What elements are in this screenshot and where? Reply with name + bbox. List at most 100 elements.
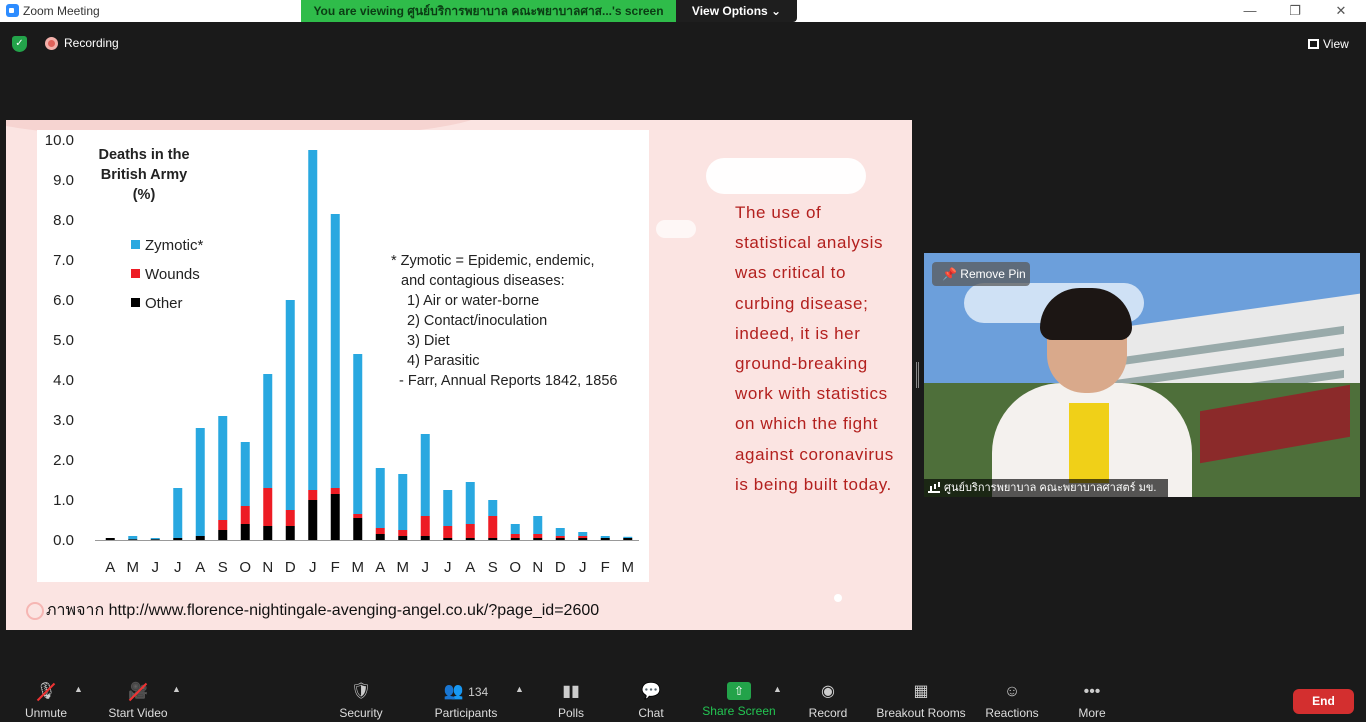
slide-circle-decoration (26, 602, 44, 620)
signal-bars-icon (928, 483, 940, 493)
x-tick-label: M (622, 559, 635, 576)
legend-swatch (131, 269, 140, 278)
x-tick-label: F (601, 559, 610, 576)
x-tick-label: D (555, 559, 566, 576)
recording-icon (45, 37, 58, 50)
bar-segment-wounds (240, 506, 250, 524)
chart-title: Deaths in the (98, 147, 189, 163)
bar-segment-zymotic (443, 490, 453, 526)
x-tick-label: F (331, 559, 340, 576)
bar-segment-zymotic (398, 474, 408, 530)
start-video-button[interactable]: 🎥 Start Video (104, 682, 172, 722)
end-meeting-button[interactable]: End (1293, 689, 1354, 714)
maximize-icon[interactable]: ❐ (1286, 2, 1304, 20)
chart-title: (%) (133, 187, 156, 203)
y-tick-label: 2.0 (53, 452, 74, 469)
image-source-caption: ภาพจาก http://www.florence-nightingale-a… (46, 602, 600, 619)
y-tick-label: 4.0 (53, 372, 74, 389)
bar-segment-other (128, 539, 138, 540)
y-tick-label: 1.0 (53, 492, 74, 509)
window-title: Zoom Meeting (23, 4, 100, 18)
bar-segment-zymotic (330, 214, 340, 488)
bar-segment-other (398, 536, 408, 540)
bar-segment-zymotic (150, 538, 160, 540)
video-options-chevron-icon[interactable]: ▲ (172, 684, 181, 694)
participant-name: ศูนย์บริการพยาบาล คณะพยาบาลศาสตร์ มข. (944, 482, 1157, 494)
view-options-button[interactable]: View Options ⌄ (676, 0, 797, 22)
bar-segment-other (375, 534, 385, 540)
minimize-icon[interactable]: — (1241, 2, 1259, 20)
x-tick-label: A (465, 559, 475, 576)
view-label: View (1323, 37, 1349, 51)
bar-segment-other (353, 518, 363, 540)
audio-options-chevron-icon[interactable]: ▲ (74, 684, 83, 694)
slide-body-text: The use of statistical analysis was crit… (735, 203, 894, 494)
share-options-chevron-icon[interactable]: ▲ (773, 684, 782, 694)
x-tick-label: J (309, 559, 317, 576)
x-tick-label: O (239, 559, 251, 576)
x-tick-label: J (422, 559, 430, 576)
breakout-rooms-label: Breakout Rooms (876, 706, 966, 720)
shield-icon: 🛡 (350, 683, 372, 700)
y-tick-label: 9.0 (53, 172, 74, 189)
reactions-button[interactable]: ☺ Reactions (984, 682, 1040, 722)
y-tick-label: 7.0 (53, 252, 74, 269)
unmute-button[interactable]: 🎙 Unmute (20, 682, 72, 722)
start-video-label: Start Video (108, 706, 168, 720)
bar-segment-other (105, 538, 115, 540)
bar-segment-zymotic (488, 500, 498, 516)
y-tick-label: 0.0 (53, 532, 74, 549)
bar-segment-wounds (555, 536, 565, 538)
record-button[interactable]: ◉ Record (806, 682, 850, 722)
bar-segment-other (578, 538, 588, 540)
x-tick-label: J (444, 559, 452, 576)
chart-annotation: - Farr, Annual Reports 1842, 1856 (399, 373, 617, 389)
bar-segment-other (510, 538, 520, 540)
legend-swatch (131, 240, 140, 249)
y-tick-label: 5.0 (53, 332, 74, 349)
bar-segment-wounds (398, 530, 408, 536)
grid-view-icon (1308, 39, 1319, 49)
remove-pin-button[interactable]: 📌 Remove Pin (932, 262, 1030, 286)
x-tick-label: M (397, 559, 410, 576)
bar-segment-zymotic (353, 354, 363, 514)
unmute-label: Unmute (24, 706, 68, 720)
chart-annotation: * Zymotic = Epidemic, endemic, (391, 253, 594, 269)
bar-segment-zymotic (263, 374, 273, 488)
participants-icon: 👥 134 (443, 683, 489, 700)
close-icon[interactable]: ✕ (1332, 2, 1350, 20)
bar-segment-wounds (263, 488, 273, 526)
bar-segment-wounds (330, 488, 340, 494)
share-screen-button[interactable]: ⇧ Share Screen (702, 682, 776, 722)
more-button[interactable]: ••• More (1072, 682, 1112, 722)
participants-button[interactable]: 👥 134 Participants (430, 682, 502, 722)
participants-options-chevron-icon[interactable]: ▲ (515, 684, 524, 694)
bar-segment-other (195, 536, 205, 540)
chat-button[interactable]: 💬 Chat (630, 682, 672, 722)
participant-video[interactable] (924, 253, 1360, 497)
polls-button[interactable]: ▮▮ Polls (550, 682, 592, 722)
security-shield-icon[interactable]: ✓ (12, 36, 27, 52)
bar-segment-zymotic (218, 416, 228, 520)
more-label: More (1078, 706, 1106, 720)
bar-segment-wounds (465, 524, 475, 538)
chart-annotation: and contagious diseases: (401, 273, 565, 289)
view-button[interactable]: View (1300, 33, 1358, 55)
panel-resize-handle[interactable] (916, 362, 919, 388)
share-arrow-icon: ⇧ (727, 682, 751, 700)
breakout-rooms-button[interactable]: ▦ Breakout Rooms (875, 682, 967, 722)
x-tick-label: J (174, 559, 182, 576)
x-tick-label: S (488, 559, 498, 576)
security-button[interactable]: 🛡 Security (332, 682, 390, 722)
record-label: Record (808, 706, 848, 720)
bar-segment-other (150, 539, 160, 540)
microphone-muted-icon: 🎙 (35, 683, 57, 700)
bar-segment-other (488, 538, 498, 540)
x-tick-label: M (352, 559, 365, 576)
bar-segment-wounds (308, 490, 318, 500)
bar-segment-other (600, 538, 610, 540)
x-tick-label: A (105, 559, 115, 576)
bar-chart-icon: ▮▮ (562, 683, 580, 700)
smiley-plus-icon: ☺ (1003, 683, 1021, 700)
ellipsis-icon: ••• (1083, 683, 1101, 700)
